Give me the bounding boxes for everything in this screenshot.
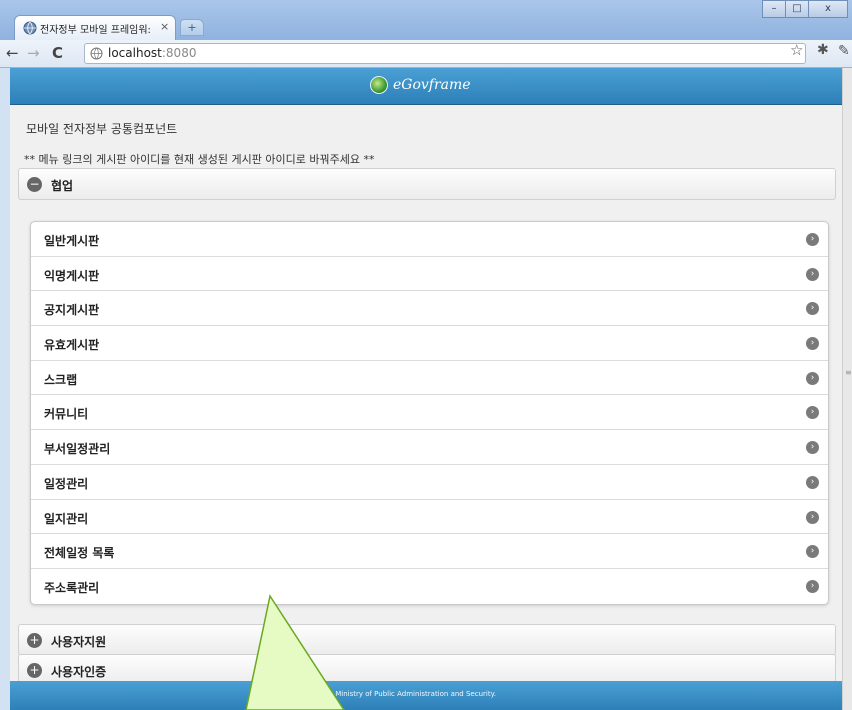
annotation-callout	[245, 594, 345, 710]
callout-shape	[245, 594, 345, 710]
